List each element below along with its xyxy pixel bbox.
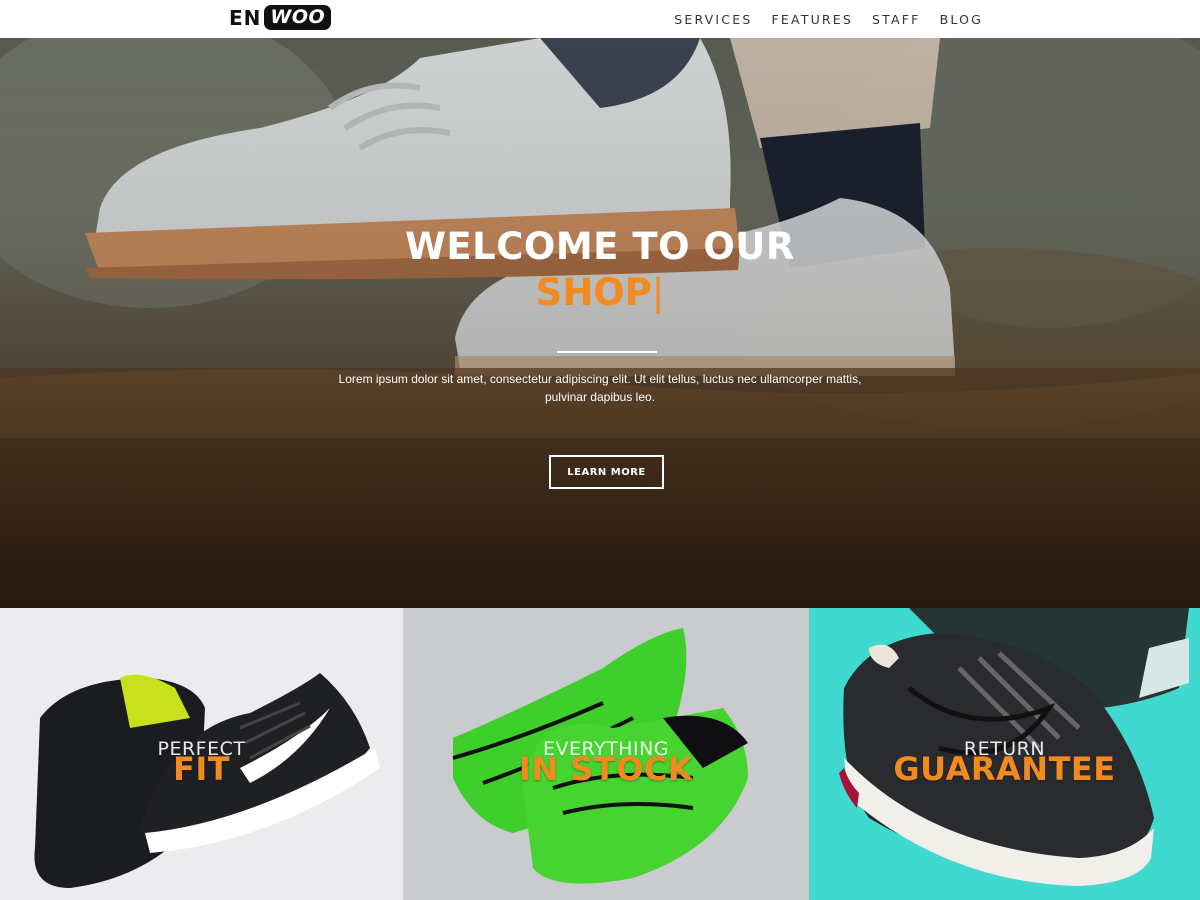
site-header: EN WOO SERVICES FEATURES STAFF BLOG bbox=[0, 0, 1200, 38]
tile-guarantee-big-text: GUARANTEE bbox=[893, 750, 1116, 788]
nav-item-blog[interactable]: BLOG bbox=[940, 12, 983, 27]
hero-title: WELCOME TO OUR bbox=[405, 225, 795, 268]
feature-tile-guarantee[interactable]: RETURN GUARANTEE bbox=[809, 608, 1200, 900]
feature-tile-stock[interactable]: EVERYTHING IN STOCK bbox=[403, 608, 809, 900]
hero-divider bbox=[557, 351, 657, 353]
hero-accent-word: SHOP| bbox=[0, 270, 1200, 316]
feature-tile-fit[interactable]: PERFECT FIT bbox=[0, 608, 403, 900]
hero-accent-text: SHOP bbox=[535, 271, 652, 314]
feature-tiles: PERFECT FIT EVERYTHING IN STOCK RETURN G… bbox=[0, 608, 1200, 900]
nav-item-features[interactable]: FEATURES bbox=[771, 12, 853, 27]
logo-woo-text: WOO bbox=[264, 5, 332, 30]
hero-banner: WELCOME TO OUR SHOP| Lorem ipsum dolor s… bbox=[0, 38, 1200, 608]
nav-item-services[interactable]: SERVICES bbox=[674, 12, 752, 27]
learn-more-button[interactable]: LEARN MORE bbox=[549, 455, 664, 489]
nav-item-staff[interactable]: STAFF bbox=[872, 12, 921, 27]
typing-cursor: | bbox=[651, 271, 665, 314]
logo-en-text: EN bbox=[229, 5, 262, 30]
main-nav: SERVICES FEATURES STAFF BLOG bbox=[655, 0, 983, 38]
tile-stock-big-text: IN STOCK bbox=[518, 750, 694, 788]
hero-description: Lorem ipsum dolor sit amet, consectetur … bbox=[330, 370, 870, 406]
tile-fit-big-text: FIT bbox=[172, 750, 231, 788]
hero-overlay bbox=[0, 38, 1200, 608]
hero-description-line1: Lorem ipsum dolor sit amet, consectetur … bbox=[338, 372, 862, 386]
hero-description-line2: pulvinar dapibus leo. bbox=[544, 390, 656, 404]
logo[interactable]: EN WOO bbox=[229, 4, 332, 31]
